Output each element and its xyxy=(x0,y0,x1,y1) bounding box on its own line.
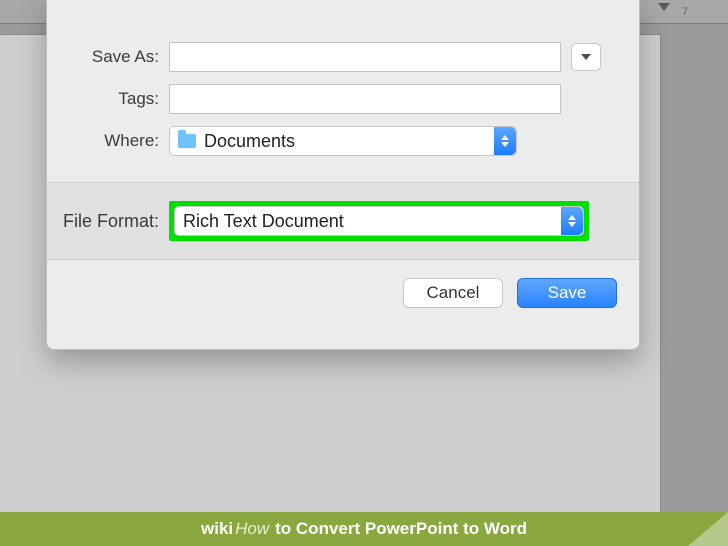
stepper-icon xyxy=(494,127,516,155)
corner-fold-icon xyxy=(688,512,728,546)
cancel-button-label: Cancel xyxy=(427,283,480,303)
save-button-label: Save xyxy=(548,283,587,303)
expand-button[interactable] xyxy=(571,43,601,71)
file-format-value: Rich Text Document xyxy=(183,211,344,232)
save-sheet: Save As: Tags: Where: Documents xyxy=(46,0,640,350)
indent-marker-icon xyxy=(658,3,670,11)
caption-title: to Convert PowerPoint to Word xyxy=(275,519,527,539)
save-button[interactable]: Save xyxy=(517,278,617,308)
ruler-tick-7: 7 xyxy=(682,6,688,18)
stepper-icon xyxy=(561,207,583,235)
where-select[interactable]: Documents xyxy=(169,126,517,156)
where-label: Where: xyxy=(47,131,169,151)
where-value: Documents xyxy=(204,131,295,152)
tags-label: Tags: xyxy=(47,89,169,109)
folder-icon xyxy=(178,134,196,148)
save-as-label: Save As: xyxy=(47,47,169,67)
cancel-button[interactable]: Cancel xyxy=(403,278,503,308)
highlight: Rich Text Document xyxy=(169,201,589,241)
wiki-logo-text: wiki xyxy=(201,519,233,539)
stage: 7 Save As: Tags: Where: Document xyxy=(0,0,728,546)
wiki-logo-how: How xyxy=(235,519,269,539)
tags-input[interactable] xyxy=(169,84,561,114)
caption-bar: wikiHow to Convert PowerPoint to Word xyxy=(0,512,728,546)
file-format-select[interactable]: Rich Text Document xyxy=(174,206,584,236)
file-format-label: File Format: xyxy=(47,211,169,232)
save-as-input[interactable] xyxy=(169,42,561,72)
chevron-down-icon xyxy=(581,54,591,60)
